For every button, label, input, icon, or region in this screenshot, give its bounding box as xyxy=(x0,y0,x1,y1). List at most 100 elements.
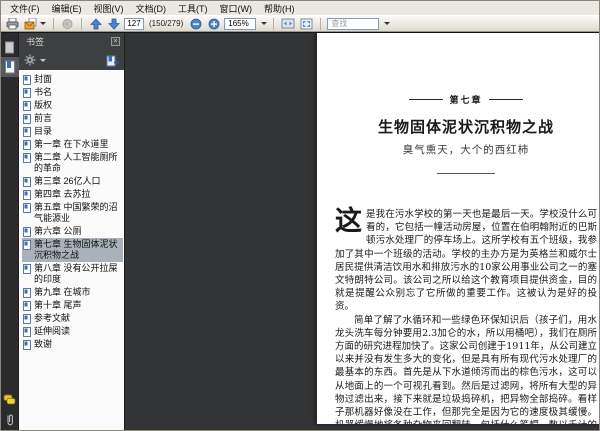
bookmark-page-icon xyxy=(23,114,31,124)
bookmarks-tab[interactable] xyxy=(1,57,19,77)
bookmark-page-icon xyxy=(23,240,31,250)
bookmark-label: 第七章 生物固体泥状沉积物之战 xyxy=(34,239,118,260)
menu-item[interactable]: 视图(V) xyxy=(88,1,130,16)
zoom-in-button[interactable] xyxy=(206,17,221,31)
toolbar-separator xyxy=(320,17,322,30)
attachments-tab[interactable] xyxy=(1,410,19,430)
email-dropdown-caret-icon[interactable] xyxy=(40,22,46,25)
bookmark-label: 第八章 没有公开拉屎的印度 xyxy=(34,263,118,284)
bookmarks-panel-title: 书签 xyxy=(26,37,45,47)
bookmark-label: 封面 xyxy=(34,74,53,84)
bookmark-page-icon xyxy=(23,75,31,85)
bookmark-label: 目录 xyxy=(34,126,53,136)
document-canvas[interactable]: 第七章 生物固体泥状沉积物之战 臭气熏天，大个的西红柿 这是我在污水学校的第一天… xyxy=(125,33,599,430)
bookmark-label: 第二章 人工智能厕所的革命 xyxy=(34,152,118,173)
find-input[interactable] xyxy=(327,17,380,30)
bookmark-item[interactable]: 前言 xyxy=(22,112,123,125)
bookmark-page-icon xyxy=(23,88,31,98)
bookmark-item[interactable]: 延伸阅读 xyxy=(22,325,123,338)
zoom-level-input[interactable] xyxy=(224,17,257,30)
main-area: 书签 × 封面 书名 版权 前言 目录 第一章 在下水道里 第二章 人工智能厕所… xyxy=(1,32,599,430)
print-icon xyxy=(6,17,19,30)
pages-tab[interactable] xyxy=(1,37,19,57)
panel-close-icon[interactable]: × xyxy=(111,37,120,46)
previous-page-button[interactable] xyxy=(88,17,103,31)
body-text: 这是我在污水学校的第一天也是最后一天。学校没什么可看的，它包括一幢活动房屋，位置… xyxy=(335,208,597,424)
previous-view-icon xyxy=(61,18,74,30)
bookmark-page-icon xyxy=(23,340,31,350)
menu-item[interactable]: 窗口(W) xyxy=(214,1,259,16)
bookmark-item[interactable]: 第一章 在下水道里 xyxy=(22,138,123,151)
arrow-up-icon xyxy=(89,17,102,30)
document-page: 第七章 生物固体泥状沉积物之战 臭气熏天，大个的西红柿 这是我在污水学校的第一天… xyxy=(317,33,599,424)
zoom-in-icon xyxy=(208,18,220,30)
email-button[interactable] xyxy=(23,17,47,31)
bookmark-label: 前言 xyxy=(34,113,53,123)
bookmark-item[interactable]: 参考文献 xyxy=(22,312,123,325)
bookmark-item[interactable]: 第七章 生物固体泥状沉积物之战 xyxy=(22,238,123,262)
bookmark-item[interactable]: 致谢 xyxy=(22,338,123,351)
bookmark-item[interactable]: 版权 xyxy=(22,99,123,112)
print-button[interactable] xyxy=(5,17,20,31)
menu-item[interactable]: 编辑(E) xyxy=(46,1,88,16)
fit-page-button[interactable] xyxy=(299,17,314,31)
navigation-tab-strip xyxy=(1,33,19,430)
menu-bar: 文件(F) 编辑(E) 视图(V) 文档(D) 工具(T) 窗口(W) 帮助(H… xyxy=(1,1,599,15)
fit-width-button[interactable] xyxy=(280,17,296,31)
comments-tab[interactable] xyxy=(1,390,19,410)
chapter-title: 生物固体泥状沉积物之战 xyxy=(377,118,554,136)
chapter-subtitle: 臭气熏天，大个的西红柿 xyxy=(402,144,530,156)
menu-item[interactable]: 工具(T) xyxy=(172,1,214,16)
bookmark-item[interactable]: 第九章 在城市 xyxy=(22,286,123,299)
bookmark-item[interactable]: 目录 xyxy=(22,125,123,138)
bookmark-item[interactable]: 第六章 公厕 xyxy=(22,225,123,238)
chapter-label: 第七章 xyxy=(449,96,483,106)
bookmark-label: 参考文献 xyxy=(34,313,71,323)
bookmark-item[interactable]: 第二章 人工智能厕所的革命 xyxy=(22,151,123,175)
menu-item[interactable]: 文档(D) xyxy=(130,1,173,16)
bookmark-label: 第六章 公厕 xyxy=(34,226,82,236)
pages-icon xyxy=(4,41,15,54)
chapter-header: 第七章 xyxy=(335,93,597,106)
bookmark-item[interactable]: 封面 xyxy=(22,73,123,86)
new-bookmark-icon xyxy=(106,54,119,67)
bookmark-item[interactable]: 第三章 26亿人口 xyxy=(22,175,123,188)
bookmark-item[interactable]: 第八章 没有公开拉屎的印度 xyxy=(22,262,123,286)
bookmark-page-icon xyxy=(23,203,31,213)
next-page-button[interactable] xyxy=(106,17,121,31)
find-dropdown-caret-icon[interactable] xyxy=(384,22,391,25)
bookmarks-panel: 书签 × 封面 书名 版权 前言 目录 第一章 在下水道里 第二章 人工智能厕所… xyxy=(19,33,125,430)
zoom-out-icon xyxy=(190,18,202,30)
bookmark-page-icon xyxy=(23,101,31,111)
bookmark-options-button[interactable] xyxy=(24,54,46,66)
zoom-out-button[interactable] xyxy=(188,17,203,31)
page-number-input[interactable] xyxy=(124,17,144,30)
zoom-dropdown-caret-icon[interactable] xyxy=(261,22,268,25)
bookmark-label: 第一章 在下水道里 xyxy=(34,139,109,149)
bookmarks-panel-header: 书签 × xyxy=(19,33,124,50)
bookmarks-tree: 封面 书名 版权 前言 目录 第一章 在下水道里 第二章 人工智能厕所的革命 第… xyxy=(19,70,124,430)
page-count-label: (150/279) xyxy=(149,19,184,28)
bookmark-page-icon xyxy=(23,288,31,298)
paragraph-1-text: 是我在污水学校的第一天也是最后一天。学校没什么可看的，它包括一幢活动房屋，位置在… xyxy=(335,209,597,313)
bookmark-item[interactable]: 第四章 去苏拉 xyxy=(22,188,123,201)
bookmark-label: 版权 xyxy=(34,100,53,110)
menu-item[interactable]: 帮助(H) xyxy=(258,1,301,16)
bookmarks-panel-toolbar xyxy=(19,50,124,70)
arrow-down-icon xyxy=(107,18,120,30)
bookmark-item[interactable]: 书名 xyxy=(22,86,123,99)
bookmark-label: 第五章 中国繁荣的沼气能源业 xyxy=(34,202,118,223)
bookmark-item[interactable]: 第十章 尾声 xyxy=(22,299,123,312)
menu-item[interactable]: 文件(F) xyxy=(4,1,46,16)
bookmark-page-icon xyxy=(23,264,31,274)
toolbar: (150/279) xyxy=(1,15,599,32)
chapter-rule-left xyxy=(409,99,444,100)
bookmarks-icon xyxy=(4,60,16,74)
bookmark-item[interactable]: 第五章 中国繁荣的沼气能源业 xyxy=(22,201,123,225)
bookmark-label: 第十章 尾声 xyxy=(34,300,82,310)
new-bookmark-button[interactable] xyxy=(106,54,119,67)
chapter-rule-right xyxy=(488,99,523,100)
pdf-reader-window: 文件(F) 编辑(E) 视图(V) 文档(D) 工具(T) 窗口(W) 帮助(H… xyxy=(0,0,600,431)
bookmark-label: 延伸阅读 xyxy=(34,326,71,336)
fit-width-icon xyxy=(281,18,295,29)
